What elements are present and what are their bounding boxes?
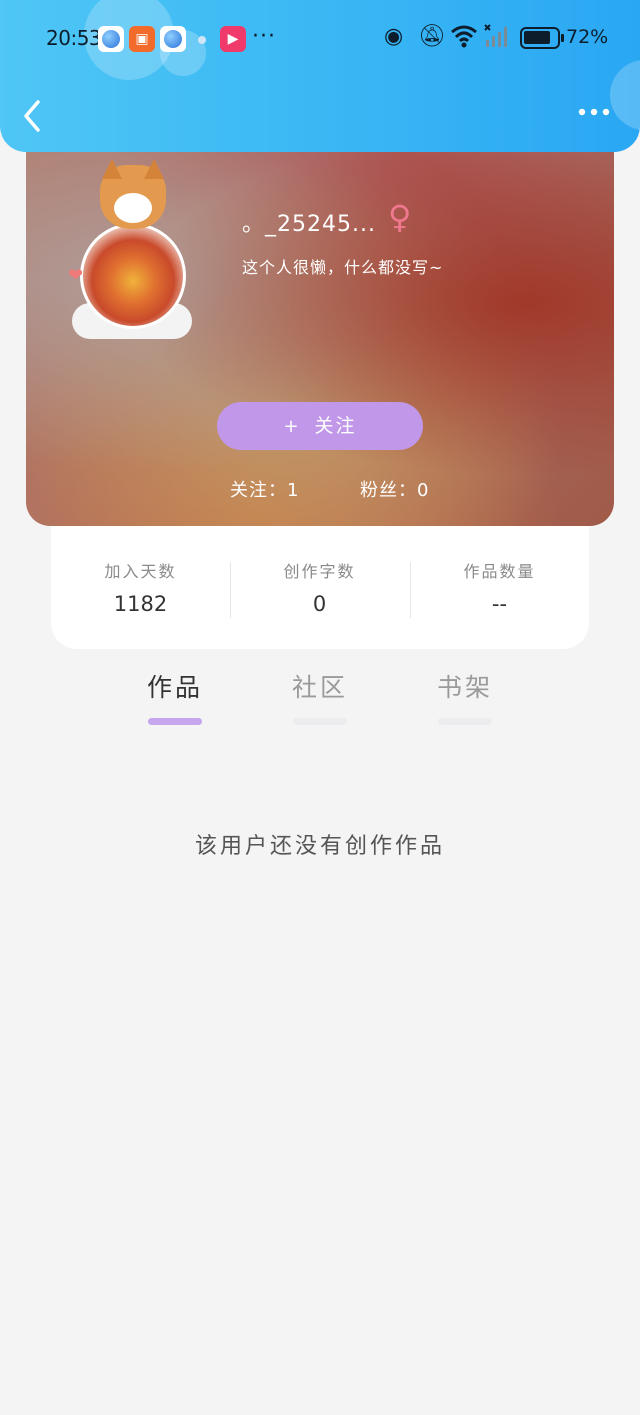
stat-join-days: 加入天数 1182 bbox=[51, 558, 230, 616]
top-header: 20:53 ▣ ▶ ··· ◉ 🔕︎ 72% bbox=[0, 0, 640, 152]
empty-state-message: 该用户还没有创作作品 bbox=[194, 834, 445, 859]
stat-label: 创作字数 bbox=[283, 562, 356, 581]
wifi-icon bbox=[450, 24, 478, 54]
back-button[interactable] bbox=[18, 96, 54, 140]
video-icon: ▶ bbox=[220, 26, 246, 52]
tab-label: 社区 bbox=[291, 673, 348, 702]
tab-community[interactable]: 社区 bbox=[275, 668, 365, 725]
gift-icon: ▣ bbox=[129, 26, 155, 52]
tab-works[interactable]: 作品 bbox=[130, 668, 220, 725]
bell-off-icon: 🔕︎ bbox=[418, 24, 446, 49]
stat-works-count: 作品数量 -- bbox=[410, 558, 589, 616]
avatar-image bbox=[80, 223, 186, 329]
corgi-face-decor bbox=[114, 193, 152, 223]
stats-panel: 加入天数 1182 创作字数 0 作品数量 -- bbox=[51, 506, 589, 649]
user-bio: 这个人很懒，什么都没写~ bbox=[242, 258, 444, 277]
battery-icon bbox=[520, 27, 564, 49]
status-time: 20:53 bbox=[46, 26, 102, 50]
more-menu-button[interactable] bbox=[572, 98, 616, 138]
more-horizontal-icon bbox=[578, 108, 610, 116]
chevron-left-icon bbox=[24, 100, 40, 132]
avatar[interactable]: ❤ bbox=[68, 159, 198, 340]
fans-count[interactable]: 粉丝：0 bbox=[360, 476, 429, 502]
plus-icon: + bbox=[283, 416, 301, 437]
tab-indicator bbox=[148, 718, 202, 725]
following-count[interactable]: 关注：1 bbox=[230, 476, 299, 502]
follow-button-label: 关注 bbox=[314, 415, 357, 437]
browser-icon bbox=[160, 26, 186, 52]
eye-icon: ◉ bbox=[384, 24, 404, 49]
battery-percent: 72% bbox=[566, 26, 609, 48]
browser-icon bbox=[98, 26, 124, 52]
notification-dot bbox=[198, 36, 206, 44]
stat-value: 0 bbox=[312, 592, 327, 616]
username: 。_25245... bbox=[242, 212, 376, 237]
status-bar: 20:53 ▣ ▶ ··· ◉ 🔕︎ 72% bbox=[0, 22, 640, 56]
stat-label: 加入天数 bbox=[104, 562, 177, 581]
female-icon: ♀ bbox=[388, 198, 412, 236]
stat-label: 作品数量 bbox=[463, 562, 536, 581]
tab-label: 书架 bbox=[436, 673, 493, 702]
signal-icon bbox=[484, 24, 510, 54]
stat-word-count: 创作字数 0 bbox=[230, 558, 409, 616]
tab-bookshelf[interactable]: 书架 bbox=[420, 668, 510, 725]
tab-label: 作品 bbox=[146, 673, 203, 702]
tab-indicator bbox=[293, 718, 347, 725]
profile-card: ❤ 。_25245... ♀ 这个人很懒，什么都没写~ + 关注 关注：1 粉丝：… bbox=[26, 120, 614, 526]
stat-value: -- bbox=[491, 592, 508, 616]
more-notifications-icon: ··· bbox=[252, 24, 276, 49]
follow-button[interactable]: + 关注 bbox=[217, 402, 423, 450]
stat-value: 1182 bbox=[113, 592, 168, 616]
tab-indicator bbox=[438, 718, 492, 725]
heart-icon: ❤ bbox=[68, 265, 84, 286]
